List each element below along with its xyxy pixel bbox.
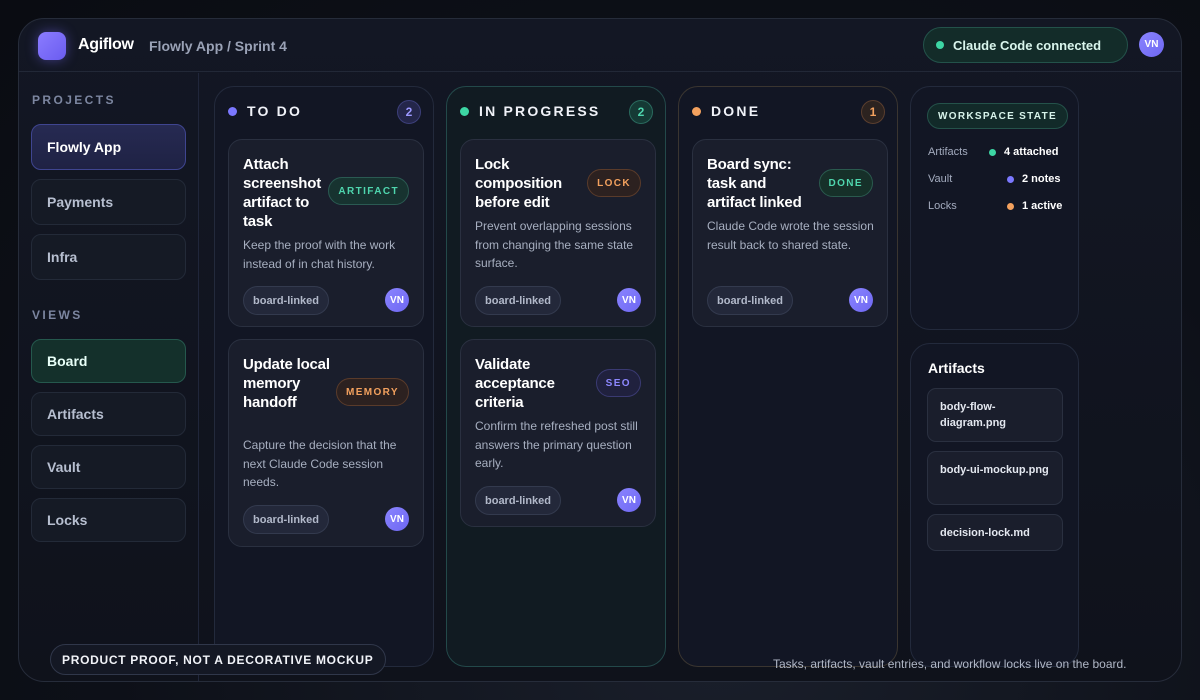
card-title: Lock composition before edit [475, 156, 562, 211]
connection-status-badge[interactable]: Claude Code connected [923, 27, 1128, 63]
column-status-dot-icon [692, 106, 701, 116]
column-title: TO DO [247, 103, 303, 119]
sidebar-item-label: Artifacts [47, 406, 104, 422]
sidebar-project-flowly-app[interactable]: Flowly App [31, 124, 186, 170]
column-count-badge: 2 [397, 100, 421, 124]
card-link-chip[interactable]: board-linked [475, 486, 562, 515]
artifact-file-item[interactable]: body-flow-diagram.png [927, 388, 1063, 442]
column-header: IN PROGRESS [460, 103, 600, 119]
app-logo [38, 32, 66, 60]
column-title: DONE [711, 103, 761, 119]
sidebar-item-label: Vault [47, 459, 81, 475]
workspace-row-artifacts: Artifacts 4 attached [928, 146, 1068, 158]
product-proof-badge: PRODUCT PROOF, NOT A DECORATIVE MOCKUP [50, 644, 386, 675]
sidebar-view-artifacts[interactable]: Artifacts [31, 392, 186, 436]
card-tag-badge: MEMORY [335, 378, 409, 406]
sidebar-item-label: Infra [47, 249, 78, 265]
workspace-row-value: 4 attached [1004, 146, 1059, 158]
task-card[interactable]: Lock composition before edit LOCK Preven… [460, 139, 656, 327]
assignee-avatar[interactable]: VN [617, 288, 641, 312]
column-count-badge: 1 [861, 100, 885, 124]
workspace-row-key: Vault [928, 173, 953, 185]
card-tag-badge: DONE [818, 169, 873, 197]
column-done: DONE 1 Board sync: task and artifact lin… [678, 86, 898, 667]
sidebar-item-label: Locks [47, 512, 88, 528]
sidebar-project-payments[interactable]: Payments [31, 179, 186, 225]
workspace-row-key: Locks [928, 200, 957, 212]
column-in-progress: IN PROGRESS 2 Lock composition before ed… [446, 86, 666, 667]
brand-name: Agiflow [78, 36, 134, 53]
artifacts-panel-title: Artifacts [928, 360, 985, 376]
column-status-dot-icon [460, 106, 469, 116]
card-description: Claude Code wrote the session result bac… [707, 219, 874, 252]
card-link-chip[interactable]: board-linked [707, 286, 794, 315]
card-description: Capture the decision that the next Claud… [243, 438, 397, 489]
projects-section-label: PROJECTS [32, 93, 116, 107]
status-dot-icon [989, 148, 996, 156]
sidebar-view-board[interactable]: Board [31, 339, 186, 383]
column-title: IN PROGRESS [479, 103, 601, 119]
status-dot-icon [1007, 202, 1014, 210]
status-dot-icon [936, 41, 944, 49]
task-card[interactable]: Validate acceptance criteria SEO Confirm… [460, 339, 656, 527]
top-bar: Agiflow Flowly App / Sprint 4 Claude Cod… [19, 19, 1181, 72]
sidebar-view-locks[interactable]: Locks [31, 498, 186, 542]
workspace-state-panel: WORKSPACE STATE Artifacts 4 attached Vau… [910, 86, 1079, 330]
card-link-chip[interactable]: board-linked [475, 286, 562, 315]
connection-status-label: Claude Code connected [953, 37, 1102, 53]
assignee-avatar[interactable]: VN [617, 488, 641, 512]
column-todo: TO DO 2 Attach screenshot artifact to ta… [214, 86, 434, 667]
column-count-badge: 2 [629, 100, 653, 124]
workspace-row-key: Artifacts [928, 146, 968, 158]
card-tag-badge: ARTIFACT [328, 177, 409, 205]
card-description: Keep the proof with the work instead of … [243, 238, 396, 271]
user-avatar[interactable]: VN [1139, 32, 1164, 57]
column-header: TO DO [228, 103, 302, 119]
workspace-row-value: 1 active [1022, 200, 1063, 212]
sidebar-project-infra[interactable]: Infra [31, 234, 186, 280]
artifact-file-item[interactable]: body-ui-mockup.png [927, 451, 1063, 505]
sidebar-view-vault[interactable]: Vault [31, 445, 186, 489]
assignee-avatar[interactable]: VN [385, 288, 409, 312]
card-title: Update local memory handoff [243, 356, 330, 411]
card-tag-badge: SEO [595, 369, 641, 397]
workspace-row-locks: Locks 1 active [928, 200, 1068, 212]
sidebar-item-label: Flowly App [47, 139, 122, 155]
status-dot-icon [1007, 175, 1014, 183]
card-description: Confirm the refreshed post still answers… [475, 419, 638, 470]
assignee-avatar[interactable]: VN [385, 507, 409, 531]
column-header: DONE [692, 103, 760, 119]
assignee-avatar[interactable]: VN [849, 288, 873, 312]
task-card[interactable]: Update local memory handoff MEMORY Captu… [228, 339, 424, 547]
sidebar-item-label: Board [47, 353, 88, 369]
sidebar-item-label: Payments [47, 194, 114, 210]
task-card[interactable]: Board sync: task and artifact linked DON… [692, 139, 888, 327]
card-tag-badge: LOCK [587, 169, 641, 197]
workspace-row-vault: Vault 2 notes [928, 173, 1068, 185]
card-title: Board sync: task and artifact linked [707, 156, 802, 211]
sidebar: PROJECTS Flowly App Payments Infra VIEWS… [19, 73, 199, 681]
card-link-chip[interactable]: board-linked [243, 505, 330, 534]
app-frame: Agiflow Flowly App / Sprint 4 Claude Cod… [18, 18, 1182, 682]
card-link-chip[interactable]: board-linked [243, 286, 330, 315]
card-title: Validate acceptance criteria [475, 356, 555, 411]
column-status-dot-icon [228, 106, 237, 116]
card-title: Attach screenshot artifact to task [243, 156, 322, 230]
task-card[interactable]: Attach screenshot artifact to task ARTIF… [228, 139, 424, 327]
artifact-file-item[interactable]: decision-lock.md [927, 514, 1063, 551]
workspace-row-value: 2 notes [1022, 173, 1061, 185]
breadcrumb[interactable]: Flowly App / Sprint 4 [149, 38, 287, 54]
card-description: Prevent overlapping sessions from changi… [475, 219, 634, 270]
workspace-state-badge: WORKSPACE STATE [927, 103, 1068, 129]
views-section-label: VIEWS [32, 308, 83, 322]
artifacts-panel: Artifacts body-flow-diagram.png body-ui-… [910, 343, 1079, 667]
footer-note: Tasks, artifacts, vault entries, and wor… [773, 657, 1127, 671]
